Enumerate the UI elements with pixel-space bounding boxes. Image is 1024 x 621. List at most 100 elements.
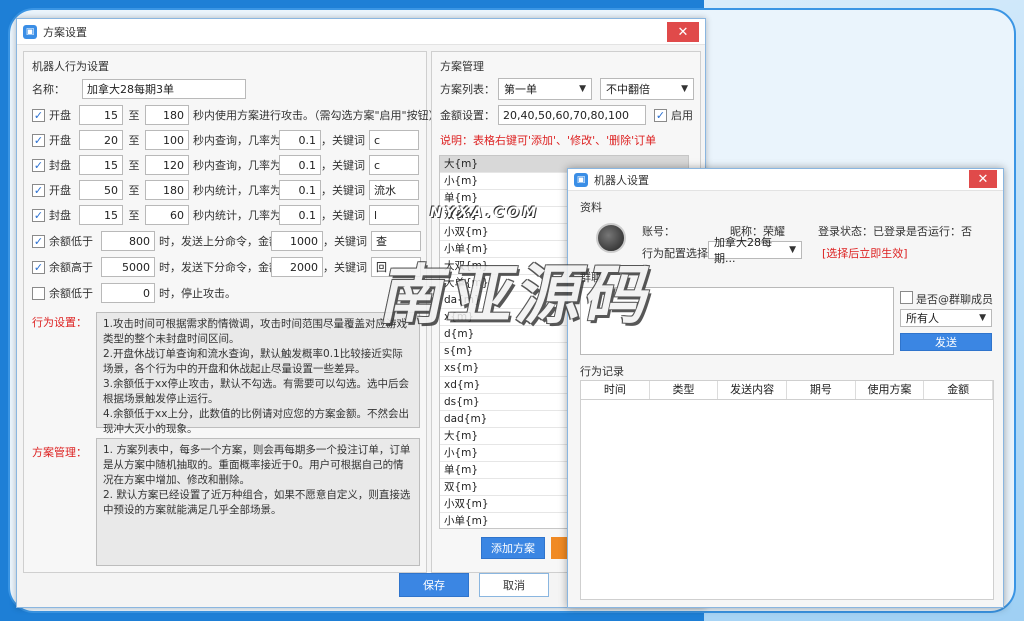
send-button[interactable]: 发送 [900, 333, 992, 351]
balance-threshold-input[interactable]: 0 [101, 283, 155, 303]
plan-list-select[interactable]: 第一单 ▼ [498, 78, 592, 100]
keyword-input[interactable]: c [369, 130, 419, 150]
profile-section-title: 资料 [580, 201, 602, 214]
column-header[interactable]: 金额 [924, 381, 994, 399]
start-seconds-input[interactable]: 50 [79, 180, 123, 200]
behavior-checkbox-5[interactable]: ✓ [32, 208, 45, 222]
behavior-row-label: 开盘 [49, 109, 71, 122]
at-members-checkbox[interactable] [900, 291, 913, 304]
target-select[interactable]: 所有人 ▼ [900, 309, 992, 327]
config-select[interactable]: 加拿大28每期... ▼ [708, 236, 802, 265]
behavior-note-line: 2.开盘休战订单查询和流水查询，默认触发概率0.1比较接近实际场景，各个行为中的… [103, 348, 403, 375]
records-table-body[interactable] [580, 400, 994, 600]
multiplier-select[interactable]: 不中翻倍 ▼ [600, 78, 694, 100]
column-header[interactable]: 期号 [787, 381, 856, 399]
plan-instruction: 说明：表格右键可'添加'、'修改'、'删除'订单 [440, 134, 657, 147]
records-table-header: 时间 类型 发送内容 期号 使用方案 金额 [580, 380, 994, 400]
behavior-row-label: 封盘 [49, 209, 71, 222]
behavior-checkbox-1[interactable]: ✓ [32, 108, 45, 122]
plan-note-line: 2. 默认方案已经设置了近万种组合，如果不愿意自定义，则直接选中预设的方案就能满… [103, 489, 411, 516]
rate-input[interactable]: 0.1 [279, 155, 321, 175]
behavior-checkbox-3[interactable]: ✓ [32, 158, 45, 172]
end-seconds-input[interactable]: 100 [145, 130, 189, 150]
name-row: 名称： 加拿大28每期3单 [32, 78, 246, 100]
chevron-down-icon: ▼ [789, 245, 796, 255]
balance-checkbox-3[interactable] [32, 286, 45, 300]
balance-description: 时，发送下分命令，金额 [159, 261, 280, 274]
column-header[interactable]: 使用方案 [856, 381, 925, 399]
robot-close-button[interactable]: ✕ [969, 170, 997, 188]
behavior-description: 秒内查询，几率为 [193, 134, 281, 147]
keyword-input[interactable]: c [369, 155, 419, 175]
amount-input[interactable]: 1000 [271, 231, 323, 251]
to-label: 至 [128, 184, 140, 197]
account-label: 账号： [642, 225, 675, 238]
keyword-label: ，关键词 [321, 159, 365, 172]
enable-checkbox[interactable]: ✓ [654, 108, 667, 122]
column-header[interactable]: 发送内容 [718, 381, 788, 399]
amount-setting-input[interactable]: 20,40,50,60,70,80,100 [498, 105, 646, 125]
behavior-group-title: 机器人行为设置 [32, 60, 109, 73]
amount-input[interactable]: 2000 [271, 257, 323, 277]
behavior-note-label: 行为设置： [32, 316, 87, 329]
rate-input[interactable]: 0.1 [279, 205, 321, 225]
keyword-input[interactable]: 流水 [369, 180, 419, 200]
behavior-row-label: 开盘 [49, 184, 71, 197]
add-plan-button[interactable]: 添加方案 [481, 537, 545, 559]
column-header[interactable]: 时间 [581, 381, 650, 399]
keyword-input[interactable]: l [369, 205, 419, 225]
close-button[interactable]: ✕ [667, 22, 699, 42]
to-label: 至 [128, 159, 140, 172]
plan-list-label: 方案列表： [440, 83, 495, 96]
behavior-note-line: 3.余额低于xx停止攻击，默认不勾选。有需要可以勾选。选中后会根据场景触发停止运… [103, 378, 409, 405]
behavior-row-label: 封盘 [49, 159, 71, 172]
rate-input[interactable]: 0.1 [279, 130, 321, 150]
behavior-note-line: 4.余额低于xx上分，此数值的比例请对应您的方案金额。不然会出现冲大灭小的现象。 [103, 408, 409, 435]
balance-description: 时，停止攻击。 [159, 287, 236, 300]
behavior-row-5: ✓ 封盘 15 至 60 秒内统计，几率为 0.1 ，关键词 l [32, 204, 419, 226]
behavior-row-2: ✓ 开盘 20 至 100 秒内查询，几率为 0.1 ，关键词 c [32, 129, 419, 151]
robot-settings-dialog: ▣ 机器人设置 ✕ 资料 账号： 昵称：荣耀 登录状态：已登录 是否运行：否 行… [567, 168, 1004, 608]
start-seconds-input[interactable]: 15 [79, 205, 123, 225]
rate-input[interactable]: 0.1 [279, 180, 321, 200]
column-header[interactable]: 类型 [650, 381, 719, 399]
config-value: 加拿大28每期... [714, 236, 772, 265]
enable-label: 启用 [671, 109, 693, 122]
keyword-label: ，关键词 [321, 209, 365, 222]
save-button[interactable]: 保存 [399, 573, 469, 597]
behavior-checkbox-4[interactable]: ✓ [32, 183, 45, 197]
end-seconds-input[interactable]: 120 [145, 155, 189, 175]
plan-note-label: 方案管理： [32, 446, 87, 459]
amount-row: 金额设置： 20,40,50,60,70,80,100 ✓ 启用 [440, 104, 693, 126]
cancel-button[interactable]: 取消 [479, 573, 549, 597]
watermark-subtext: NYXA.COM [430, 205, 540, 221]
records-section-title: 行为记录 [580, 365, 624, 378]
start-seconds-input[interactable]: 15 [79, 155, 123, 175]
balance-checkbox-2[interactable]: ✓ [32, 260, 45, 274]
target-value: 所有人 [906, 312, 939, 325]
end-seconds-input[interactable]: 180 [145, 180, 189, 200]
balance-description: 时，发送上分命令，金额 [159, 235, 280, 248]
name-label: 名称： [32, 83, 65, 96]
behavior-row-4: ✓ 开盘 50 至 180 秒内统计，几率为 0.1 ，关键词 流水 [32, 179, 419, 201]
amount-label: 金额设置： [440, 109, 495, 122]
end-seconds-input[interactable]: 60 [145, 205, 189, 225]
balance-row-label: 余额高于 [49, 261, 93, 274]
plan-note-line: 1. 方案列表中，每多一个方案，则会再每期多一个投注订单，订单是从方案中随机抽取… [103, 444, 411, 486]
balance-row-label: 余额低于 [49, 235, 93, 248]
plan-list-row: 方案列表： 第一单 ▼ 不中翻倍 ▼ [440, 78, 694, 100]
chevron-down-icon: ▼ [579, 84, 586, 94]
balance-row-3: 余额低于 0 时，停止攻击。 [32, 282, 236, 304]
start-seconds-input[interactable]: 15 [79, 105, 123, 125]
running-status: 是否运行：否 [906, 225, 972, 238]
balance-checkbox-1[interactable]: ✓ [32, 234, 45, 248]
start-seconds-input[interactable]: 20 [79, 130, 123, 150]
balance-threshold-input[interactable]: 800 [101, 231, 155, 251]
keyword-label: ，关键词 [321, 134, 365, 147]
behavior-row-label: 开盘 [49, 134, 71, 147]
name-input[interactable]: 加拿大28每期3单 [82, 79, 246, 99]
behavior-checkbox-2[interactable]: ✓ [32, 133, 45, 147]
watermark-logo: 南亚源码 [374, 259, 663, 333]
end-seconds-input[interactable]: 180 [145, 105, 189, 125]
balance-threshold-input[interactable]: 5000 [101, 257, 155, 277]
